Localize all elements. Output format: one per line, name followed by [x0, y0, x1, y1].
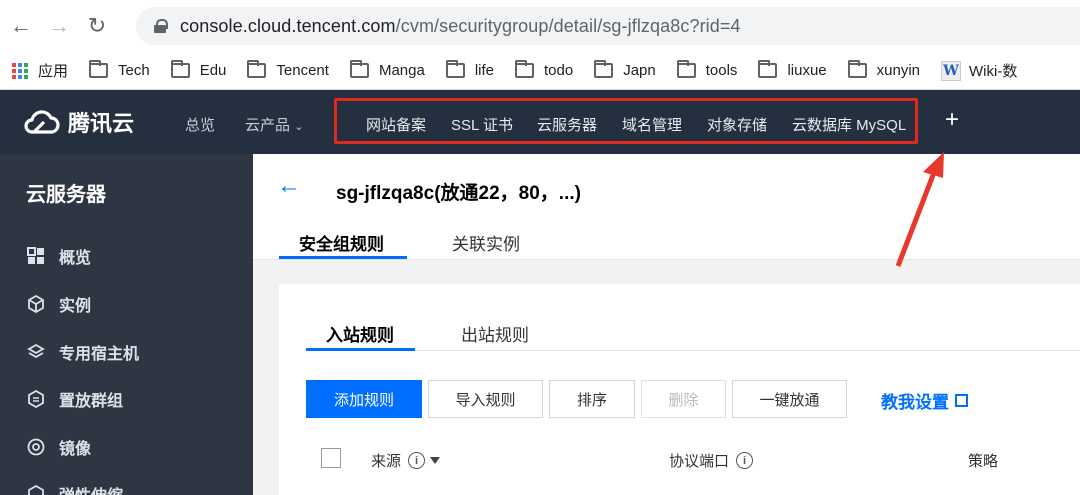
sort-button[interactable]: 排序 — [549, 380, 635, 418]
tab-rules[interactable]: 安全组规则 — [299, 230, 384, 255]
layers-icon — [26, 342, 46, 362]
bookmark-folder[interactable]: todo — [515, 60, 573, 79]
folder-icon — [515, 60, 535, 78]
column-protocol-port: 协议端口 i — [669, 450, 754, 471]
lock-icon — [154, 19, 168, 33]
apps-grid-icon — [12, 62, 28, 79]
back-arrow-icon[interactable]: ← — [277, 172, 301, 200]
nav-pinned-ssl[interactable]: SSL 证书 — [451, 114, 513, 135]
nav-pinned-cos[interactable]: 对象存储 — [707, 114, 767, 135]
sidebar-item-autoscaling[interactable]: 弹性伸缩 — [26, 482, 123, 495]
bookmark-folder[interactable]: liuxue — [758, 60, 827, 79]
subtab-divider — [306, 350, 1080, 351]
active-subtab-indicator — [306, 348, 415, 351]
bookmark-apps[interactable]: 应用 — [12, 60, 68, 81]
chevron-down-icon: ⌄ — [294, 121, 304, 133]
bookmark-folder[interactable]: Manga — [349, 60, 425, 79]
sidebar-item-dedicated-hosts[interactable]: 专用宿主机 — [26, 340, 139, 364]
nav-pinned-cvm[interactable]: 云服务器 — [537, 114, 597, 135]
help-link[interactable]: 教我设置 — [881, 388, 968, 413]
bookmark-folder[interactable]: tools — [676, 60, 737, 79]
subtab-outbound[interactable]: 出站规则 — [461, 321, 529, 346]
sidebar-item-placement-groups[interactable]: 置放群组 — [26, 387, 123, 411]
folder-icon — [676, 60, 696, 78]
nav-products[interactable]: 云产品 ⌄ — [245, 114, 303, 135]
scale-icon — [26, 484, 46, 495]
subtab-inbound[interactable]: 入站规则 — [326, 321, 394, 346]
page-header: ← sg-jflzqa8c(放通22，80，...) 安全组规则 关联实例 — [253, 154, 1080, 260]
bookmark-folder[interactable]: xunyin — [847, 60, 920, 79]
table-header: 来源 i 协议端口 i 策略 — [306, 434, 1080, 495]
forward-arrow-icon[interactable]: → — [42, 9, 76, 43]
info-icon[interactable]: i — [408, 452, 426, 469]
bookmark-folder[interactable]: Edu — [170, 60, 226, 79]
nav-pinned-domain[interactable]: 域名管理 — [622, 114, 682, 135]
top-navigation: 腾讯云 总览 云产品 ⌄ 网站备案 SSL 证书 云服务器 域名管理 对象存储 … — [0, 90, 1080, 154]
reload-icon[interactable]: ↻ — [80, 9, 114, 43]
disc-icon — [26, 437, 46, 457]
bookmark-folder[interactable]: Japn — [594, 60, 656, 79]
column-policy: 策略 — [968, 453, 999, 470]
brand-name: 腾讯云 — [68, 111, 135, 136]
rules-card: 入站规则 出站规则 添加规则 导入规则 排序 删除 一键放通 教我设置 来源 i… — [279, 284, 1080, 495]
sidebar-title: 云服务器 — [26, 184, 106, 206]
url-text: console.cloud.tencent.com/cvm/securitygr… — [180, 15, 741, 36]
page-title: sg-jflzqa8c(放通22，80，...) — [336, 183, 581, 204]
folder-icon — [170, 60, 190, 78]
sidebar-item-instances[interactable]: 实例 — [26, 292, 91, 316]
address-bar[interactable]: console.cloud.tencent.com/cvm/securitygr… — [136, 7, 1080, 45]
add-shortcut-icon[interactable]: + — [945, 106, 959, 134]
add-rule-button[interactable]: 添加规则 — [306, 380, 422, 418]
folder-icon — [349, 60, 369, 78]
wikipedia-icon: W — [941, 60, 961, 81]
nav-overview[interactable]: 总览 — [185, 114, 215, 135]
active-tab-indicator — [279, 256, 407, 259]
filter-icon[interactable] — [430, 457, 441, 464]
folder-icon — [247, 60, 267, 78]
sidebar: 云服务器 概览 实例 专用宿主机 置放群组 镜像 弹性伸缩 — [0, 154, 253, 495]
info-icon[interactable]: i — [736, 452, 754, 469]
nav-pinned-mysql[interactable]: 云数据库 MySQL — [792, 114, 906, 135]
bookmarks-bar: 应用 Tech Edu Tencent Manga life todo Japn… — [0, 52, 1080, 90]
back-arrow-icon[interactable]: ← — [4, 9, 38, 43]
external-link-icon — [955, 394, 968, 407]
cube-icon — [26, 294, 46, 314]
brand-logo[interactable]: 腾讯云 — [22, 106, 182, 138]
main-content: ← sg-jflzqa8c(放通22，80，...) 安全组规则 关联实例 入站… — [253, 154, 1080, 495]
cloud-logo-icon — [24, 110, 60, 134]
bookmark-wiki[interactable]: W Wiki-数 — [941, 60, 1017, 81]
folder-icon — [594, 60, 614, 78]
sidebar-item-overview[interactable]: 概览 — [26, 244, 91, 268]
folder-icon — [89, 60, 109, 78]
bookmark-folder[interactable]: Tech — [89, 60, 150, 79]
allow-all-button[interactable]: 一键放通 — [732, 380, 847, 418]
sidebar-item-images[interactable]: 镜像 — [26, 435, 91, 459]
bookmark-folder[interactable]: life — [445, 60, 494, 79]
browser-toolbar: ← → ↻ console.cloud.tencent.com/cvm/secu… — [0, 0, 1080, 52]
grid-icon — [26, 246, 46, 266]
delete-button[interactable]: 删除 — [641, 380, 726, 418]
bookmark-folder[interactable]: Tencent — [247, 60, 329, 79]
tab-associated-instances[interactable]: 关联实例 — [452, 230, 520, 255]
folder-icon — [758, 60, 778, 78]
folder-icon — [847, 60, 867, 78]
column-source: 来源 i — [371, 450, 441, 471]
import-rule-button[interactable]: 导入规则 — [428, 380, 543, 418]
select-all-checkbox[interactable] — [321, 448, 341, 468]
nav-pinned-beian[interactable]: 网站备案 — [366, 114, 426, 135]
folder-icon — [445, 60, 465, 78]
hexagon-icon — [26, 389, 46, 409]
